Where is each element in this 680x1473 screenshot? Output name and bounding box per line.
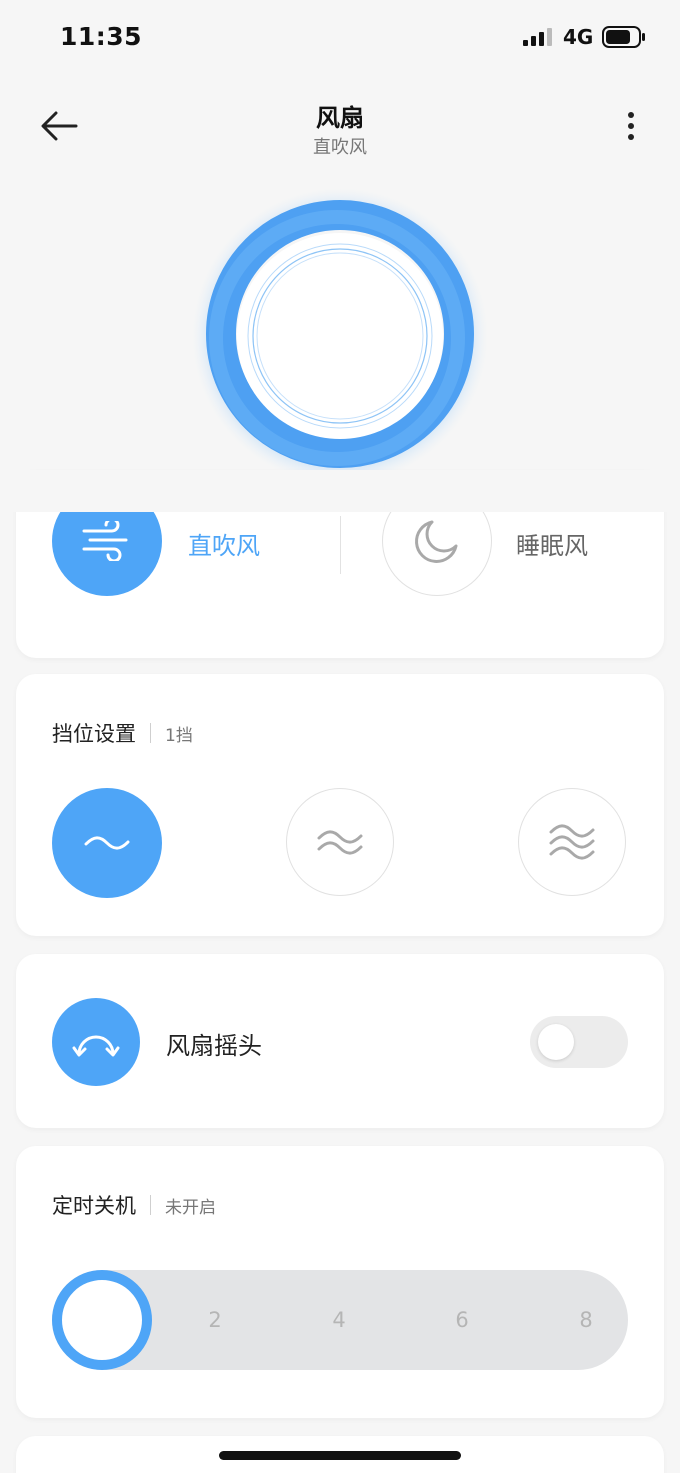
timer-header-separator <box>150 1195 151 1215</box>
more-options-icon[interactable] <box>616 108 646 144</box>
timer-slider-handle[interactable] <box>52 1270 152 1370</box>
cellular-signal-icon <box>523 28 552 46</box>
timer-header: 定时关机 未开启 <box>52 1190 216 1220</box>
status-time: 11:35 <box>60 22 143 51</box>
speed-title: 挡位设置 <box>52 722 136 746</box>
wind-icon <box>82 521 128 561</box>
speed-header-separator <box>150 723 151 743</box>
speed-card: 挡位设置 1挡 <box>16 674 664 936</box>
speed-header: 挡位设置 1挡 <box>52 718 193 748</box>
timer-card: 定时关机 未开启 2 4 6 8 <box>16 1146 664 1418</box>
speed-level-3-button[interactable] <box>518 788 626 896</box>
mode-direct-wind-label[interactable]: 直吹风 <box>188 526 260 561</box>
timer-value: 未开启 <box>165 1197 216 1218</box>
timer-tick-2: 2 <box>208 1308 222 1332</box>
timer-tick-6: 6 <box>455 1308 469 1332</box>
fan-status-ring <box>192 188 488 484</box>
swing-label: 风扇摇头 <box>166 1032 262 1060</box>
timer-slider-track[interactable]: 2 4 6 8 <box>52 1270 628 1370</box>
swing-toggle[interactable] <box>530 1016 628 1068</box>
scroll-overlap-mask <box>0 470 680 512</box>
network-type-label: 4G <box>563 25 594 49</box>
home-indicator[interactable] <box>219 1451 461 1460</box>
swing-icon-badge <box>52 998 140 1086</box>
speed-level-1-button[interactable] <box>52 788 162 898</box>
wave-1-icon <box>84 836 130 850</box>
speed-value: 1挡 <box>165 725 193 746</box>
wave-2-icon <box>317 830 363 855</box>
page-subtitle: 直吹风 <box>313 137 367 158</box>
battery-icon <box>602 26 645 48</box>
page-title: 风扇 <box>316 104 364 132</box>
swing-arc-icon <box>72 1035 120 1057</box>
timer-tick-8: 8 <box>579 1308 593 1332</box>
moon-icon <box>415 520 458 563</box>
mode-divider <box>340 516 341 574</box>
swing-card: 风扇摇头 <box>16 954 664 1128</box>
speed-level-2-button[interactable] <box>286 788 394 896</box>
timer-tick-4: 4 <box>332 1308 346 1332</box>
swing-toggle-knob <box>538 1024 574 1060</box>
wave-3-icon <box>549 824 595 860</box>
mode-sleep-wind-label[interactable]: 睡眠风 <box>516 526 588 561</box>
status-bar: 11:35 4G <box>0 0 680 76</box>
timer-title: 定时关机 <box>52 1194 136 1218</box>
